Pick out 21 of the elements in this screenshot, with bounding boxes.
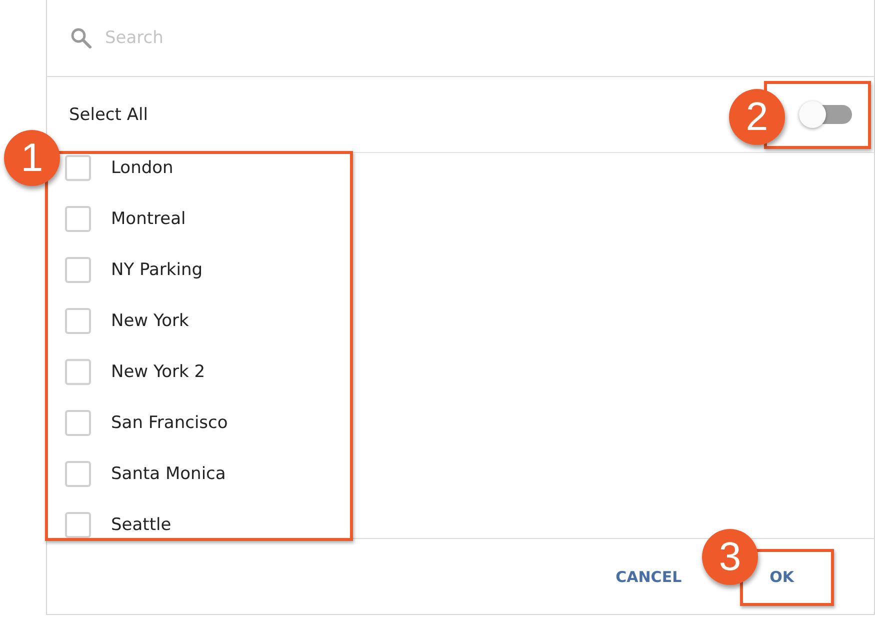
city-label: Santa Monica — [111, 464, 226, 484]
city-label: NY Parking — [111, 260, 203, 280]
checkbox[interactable] — [65, 512, 91, 538]
city-label: London — [111, 158, 174, 178]
search-icon — [69, 26, 93, 50]
ok-button[interactable]: OK — [762, 562, 802, 592]
checkbox[interactable] — [65, 256, 91, 282]
checkbox[interactable] — [65, 460, 91, 486]
city-label: Montreal — [111, 208, 186, 228]
checkbox[interactable] — [65, 410, 91, 436]
city-label: New York — [111, 310, 189, 330]
checkbox[interactable] — [65, 206, 91, 232]
checkbox[interactable] — [65, 308, 91, 334]
cancel-button[interactable]: CANCEL — [608, 562, 690, 592]
city-label: Seattle — [111, 514, 172, 534]
checkbox[interactable] — [65, 154, 91, 180]
checkbox[interactable] — [65, 358, 91, 384]
select-all-label: Select All — [69, 104, 148, 124]
city-label: New York 2 — [111, 362, 206, 382]
callout-badge: 1 — [4, 130, 60, 186]
city-label: San Francisco — [111, 412, 228, 432]
